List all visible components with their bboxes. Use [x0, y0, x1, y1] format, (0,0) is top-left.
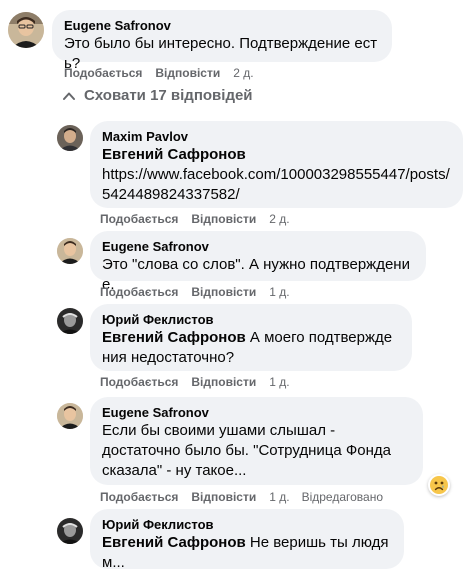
comment-author[interactable]: Eugene Safronov [102, 239, 414, 255]
comment-text: Евгений Сафронов https://www.facebook.co… [102, 145, 451, 205]
comment-actions: Подобається Відповісти 1 д. [100, 285, 290, 299]
comment-actions: Подобається Відповісти 2 д. [64, 66, 254, 80]
profile-photo-icon [57, 125, 83, 151]
comment-actions: Подобається Відповісти 1 д. [100, 375, 290, 389]
comment-author[interactable]: Eugene Safronov [64, 18, 380, 34]
reaction-badge[interactable] [428, 474, 450, 496]
avatar[interactable] [8, 12, 44, 48]
mention-link[interactable]: Евгений Сафронов [102, 329, 246, 346]
chevron-up-icon [63, 92, 75, 100]
like-button[interactable]: Подобається [100, 490, 178, 504]
comment-author[interactable]: Юрий Феклистов [102, 517, 392, 533]
avatar[interactable] [57, 238, 83, 264]
like-button[interactable]: Подобається [100, 285, 178, 299]
like-button[interactable]: Подобається [100, 375, 178, 389]
comment-bubble: Eugene Safronov Это было бы интересно. П… [52, 10, 392, 72]
avatar[interactable] [57, 403, 83, 429]
comment-actions: Подобається Відповісти 1 д. Відредагован… [100, 490, 383, 504]
avatar[interactable] [57, 125, 83, 151]
profile-photo-icon [57, 238, 83, 264]
avatar[interactable] [57, 308, 83, 334]
comment-author[interactable]: Maxim Pavlov [102, 129, 451, 145]
comment-text: Если бы своими ушами слышал - достаточно… [102, 422, 396, 479]
comment-time[interactable]: 2 д. [233, 66, 253, 80]
comment-text: Евгений Сафронов А моего подтверждения н… [102, 328, 400, 368]
like-button[interactable]: Подобається [64, 66, 142, 80]
comment-time[interactable]: 2 д. [269, 212, 289, 226]
reply-button[interactable]: Відповісти [191, 212, 256, 226]
profile-photo-icon [57, 403, 83, 429]
profile-photo-icon [57, 308, 83, 334]
reply-button[interactable]: Відповісти [155, 66, 220, 80]
comment-bubble: Юрий Феклистов Евгений Сафронов Не вериш… [90, 509, 404, 571]
comment-author[interactable]: Юрий Феклистов [102, 312, 400, 328]
mention-link[interactable]: Евгений Сафронов [102, 146, 246, 163]
comment-actions: Подобається Відповісти 2 д. [100, 212, 290, 226]
comment-time[interactable]: 1 д. [269, 375, 289, 389]
edited-label[interactable]: Відредаговано [302, 490, 383, 504]
hide-replies-button[interactable]: Сховати 17 відповідей [62, 87, 253, 104]
comment-author[interactable]: Eugene Safronov [102, 405, 411, 421]
profile-photo-icon [8, 12, 44, 48]
avatar[interactable] [57, 518, 83, 544]
reply-button[interactable]: Відповісти [191, 285, 256, 299]
hide-replies-label: Сховати 17 відповідей [84, 87, 253, 104]
comment-time[interactable]: 1 д. [269, 285, 289, 299]
profile-photo-icon [57, 518, 83, 544]
comment-bubble: Maxim Pavlov Евгений Сафронов https://ww… [90, 121, 463, 208]
comment-bubble: Юрий Феклистов Евгений Сафронов А моего … [90, 304, 412, 371]
sad-reaction-icon [430, 476, 448, 494]
reply-button[interactable]: Відповісти [191, 490, 256, 504]
comment-link[interactable]: https://www.facebook.com/100003298555447… [102, 166, 450, 203]
reply-button[interactable]: Відповісти [191, 375, 256, 389]
like-button[interactable]: Подобається [100, 212, 178, 226]
comment-bubble: Eugene Safronov Если бы своими ушами слы… [90, 397, 423, 485]
comment-text: Евгений Сафронов Не веришь ты людям... [102, 533, 392, 573]
comment-time[interactable]: 1 д. [269, 490, 289, 504]
comment-bubble: Eugene Safronov Это "слова со слов". А н… [90, 231, 426, 293]
mention-link[interactable]: Евгений Сафронов [102, 534, 246, 551]
